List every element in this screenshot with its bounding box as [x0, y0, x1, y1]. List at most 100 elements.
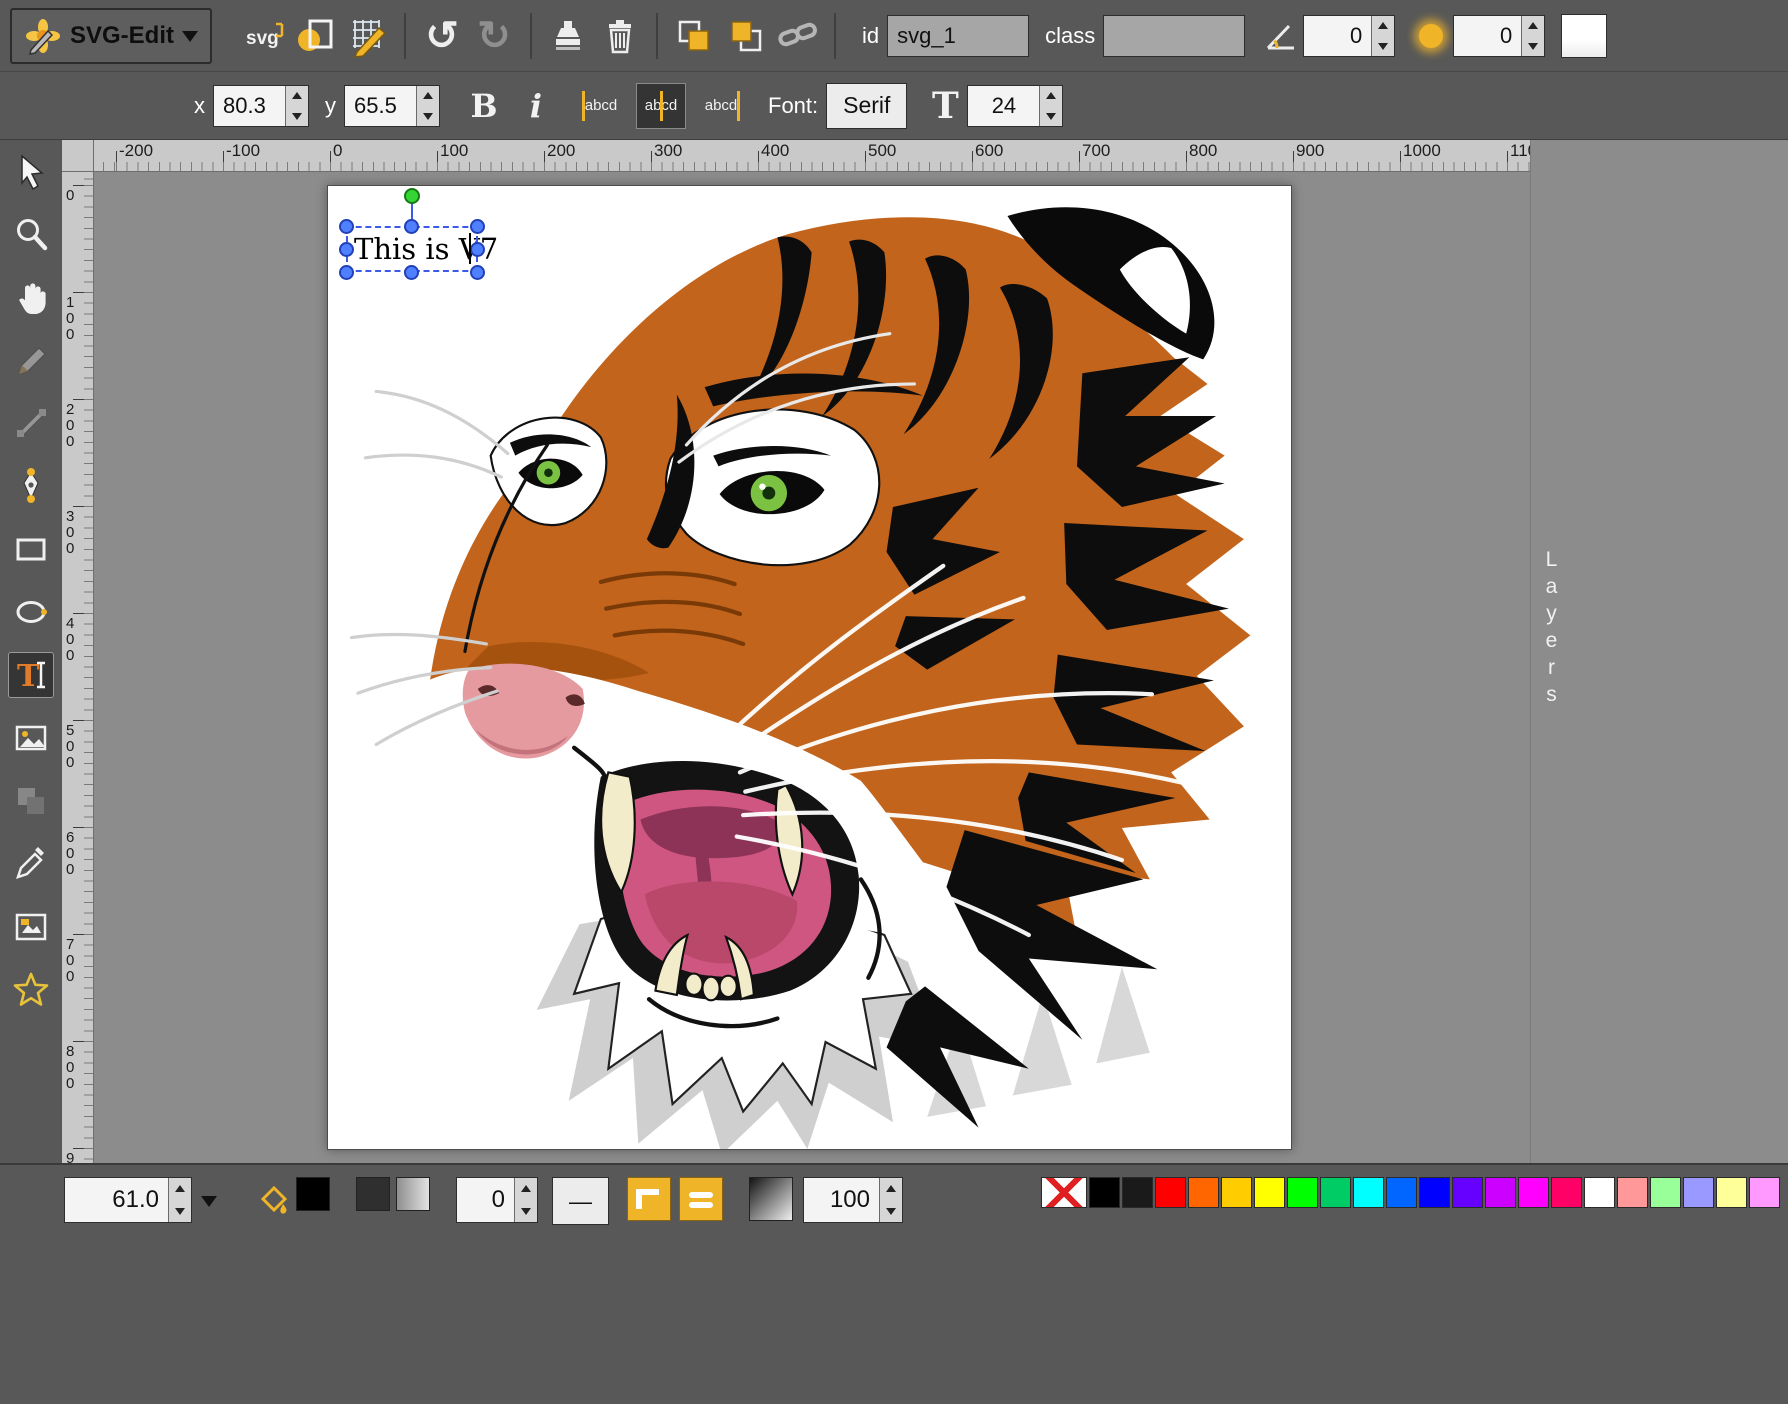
selection-handle-e[interactable] [470, 242, 485, 257]
italic-button[interactable]: i [510, 80, 562, 132]
selection-handle-se[interactable] [470, 265, 485, 280]
text-anchor-end-button[interactable]: abcd [696, 83, 746, 129]
font-size-field[interactable]: 24 [967, 85, 1063, 127]
palette-swatch-9999ff[interactable] [1683, 1177, 1714, 1208]
x-field[interactable]: 80.3 [213, 85, 309, 127]
element-class-field[interactable] [1103, 15, 1245, 57]
svg-canvas[interactable]: This is V7 [327, 185, 1292, 1150]
palette-swatch-ff9999[interactable] [1617, 1177, 1648, 1208]
zoom-tool-button[interactable] [8, 211, 54, 257]
palette-swatch-ffcc00[interactable] [1221, 1177, 1252, 1208]
pan-tool-button[interactable] [8, 274, 54, 320]
star-tool-button[interactable] [8, 967, 54, 1013]
palette-swatch-00ffff[interactable] [1353, 1177, 1384, 1208]
layers-panel-toggle[interactable]: Layers [1539, 548, 1563, 710]
ellipse-tool-button[interactable] [8, 589, 54, 635]
ruler-x-label: 800 [1189, 141, 1217, 161]
background-color-swatch[interactable] [1561, 14, 1607, 58]
blur-spinner[interactable] [1521, 16, 1544, 56]
linecap-round-icon [686, 1184, 716, 1214]
palette-swatch-ff6600[interactable] [1188, 1177, 1219, 1208]
stroke-dash-button[interactable]: — [552, 1177, 609, 1225]
palette-swatch-ff0000[interactable] [1155, 1177, 1186, 1208]
selection-handle-s[interactable] [404, 265, 419, 280]
shape-library-button[interactable] [8, 778, 54, 824]
palette-swatch-none[interactable] [1041, 1177, 1087, 1208]
text-anchor-middle-button[interactable]: abcd [636, 83, 686, 129]
fill-tool-icon-wrap [252, 1177, 296, 1221]
palette-swatch-ff0066[interactable] [1551, 1177, 1582, 1208]
fill-color-swatch[interactable] [296, 1177, 330, 1211]
stroke-color-swatch[interactable] [356, 1177, 390, 1211]
palette-swatch-ff00ff[interactable] [1518, 1177, 1549, 1208]
selection-handle-ne[interactable] [470, 219, 485, 234]
palette-swatch-ffffff[interactable] [1584, 1177, 1615, 1208]
line-tool-button[interactable] [8, 400, 54, 446]
palette-swatch-99ff99[interactable] [1650, 1177, 1681, 1208]
clone-button[interactable] [542, 10, 594, 62]
path-tool-button[interactable] [8, 463, 54, 509]
rect-tool-button[interactable] [8, 526, 54, 572]
selection-handle-nw[interactable] [339, 219, 354, 234]
workspace[interactable]: This is V7 [94, 172, 1530, 1163]
zoom-dropdown-button[interactable] [192, 1177, 226, 1223]
ruler-x-label: 500 [868, 141, 896, 161]
anchor-sample-text: abcd [705, 97, 738, 114]
eyedropper-tool-button[interactable] [8, 841, 54, 887]
palette-swatch-ffff00[interactable] [1254, 1177, 1285, 1208]
main-menu-button[interactable]: SVG-Edit [10, 8, 212, 64]
palette-swatch-1a1a1a[interactable] [1122, 1177, 1153, 1208]
rotation-field[interactable]: 0 [1303, 15, 1395, 57]
bold-button[interactable]: B [458, 80, 510, 132]
palette-swatch-00cc66[interactable] [1320, 1177, 1351, 1208]
move-to-top-button[interactable] [720, 10, 772, 62]
palette-swatch-ff99ff[interactable] [1749, 1177, 1780, 1208]
select-tool-button[interactable] [8, 148, 54, 194]
make-link-button[interactable] [772, 10, 824, 62]
font-size-value: 24 [968, 86, 1039, 126]
opacity-gradient-swatch[interactable] [749, 1177, 793, 1221]
font-size-spinner[interactable] [1039, 86, 1062, 126]
font-family-button[interactable]: Serif [826, 83, 907, 129]
doc-props-glyph [294, 14, 338, 58]
linejoin-button[interactable] [627, 1177, 671, 1221]
zoom-spinner[interactable] [168, 1178, 191, 1222]
opacity-field[interactable]: 100 [803, 1177, 903, 1223]
rotate-handle[interactable] [404, 188, 420, 204]
opacity-spinner[interactable] [879, 1178, 902, 1222]
stroke-style-swatch[interactable] [396, 1177, 430, 1211]
selection-handle-n[interactable] [404, 219, 419, 234]
palette-swatch-00ff00[interactable] [1287, 1177, 1318, 1208]
stroke-width-field[interactable]: 0 [456, 1177, 538, 1223]
palette-swatch-0000ff[interactable] [1419, 1177, 1450, 1208]
palette-swatch-0066ff[interactable] [1386, 1177, 1417, 1208]
blur-field[interactable]: 0 [1453, 15, 1545, 57]
source-editor-icon[interactable]: svg [238, 10, 290, 62]
image-tool-button[interactable] [8, 715, 54, 761]
delete-button[interactable] [594, 10, 646, 62]
pencil-tool-button[interactable] [8, 337, 54, 383]
redo-button[interactable]: ↻ [468, 10, 520, 62]
selection-handle-w[interactable] [339, 242, 354, 257]
palette-swatch-cc00ff[interactable] [1485, 1177, 1516, 1208]
zoom-field[interactable]: 61.0 [64, 1177, 192, 1223]
stroke-width-spinner[interactable] [514, 1178, 537, 1222]
linecap-button[interactable] [679, 1177, 723, 1221]
y-field[interactable]: 65.5 [344, 85, 440, 127]
text-tool-button[interactable]: T [8, 652, 54, 698]
layers-sidepanel: Layers [1530, 140, 1788, 1163]
editor-preferences-icon[interactable] [342, 10, 394, 62]
palette-swatch-6600ff[interactable] [1452, 1177, 1483, 1208]
palette-swatch-000000[interactable] [1089, 1177, 1120, 1208]
document-properties-icon[interactable] [290, 10, 342, 62]
element-id-field[interactable]: svg_1 [887, 15, 1029, 57]
palette-swatch-ffff99[interactable] [1716, 1177, 1747, 1208]
selection-handle-sw[interactable] [339, 265, 354, 280]
image-library-button[interactable] [8, 904, 54, 950]
rotation-spinner[interactable] [1371, 16, 1394, 56]
move-to-bottom-button[interactable] [668, 10, 720, 62]
undo-button[interactable]: ↺ [416, 10, 468, 62]
x-spinner[interactable] [285, 86, 308, 126]
text-anchor-start-button[interactable]: abcd [576, 83, 626, 129]
y-spinner[interactable] [416, 86, 439, 126]
